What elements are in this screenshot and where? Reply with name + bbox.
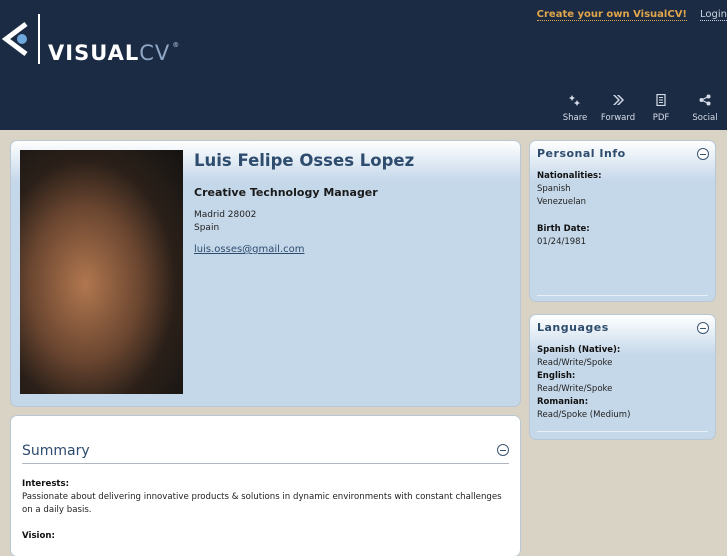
login-link[interactable]: Login xyxy=(700,9,727,21)
collapse-languages-icon[interactable] xyxy=(697,322,709,334)
profile-address: Madrid 28002 Spain xyxy=(194,209,256,235)
birth-date-value: 01/24/1981 xyxy=(537,237,586,247)
language-name: Romanian: xyxy=(537,397,589,407)
cv-toolbar: Share Forward PDF Social xyxy=(0,93,727,124)
forward-label: Forward xyxy=(600,113,636,123)
personal-info-divider xyxy=(537,295,708,296)
personal-info-body: Nationalities: Spanish Venezuelan Birth … xyxy=(537,170,601,249)
share-sparkle-icon xyxy=(553,94,597,108)
summary-divider xyxy=(22,463,509,464)
social-label: Social xyxy=(692,113,718,123)
language-level: Read/Spoke (Medium) xyxy=(537,410,631,420)
nationality-item: Spanish xyxy=(537,184,571,194)
language-name: English: xyxy=(537,371,576,381)
languages-panel: Languages Spanish (Native): Read/Write/S… xyxy=(530,315,715,439)
share-button[interactable]: Share xyxy=(553,94,597,123)
address-line-1: Madrid 28002 xyxy=(194,210,257,220)
personal-info-panel: Personal Info Nationalities: Spanish Ven… xyxy=(530,141,715,301)
language-level: Read/Write/Spoke xyxy=(537,358,613,368)
logo-suffix: CV xyxy=(139,41,171,65)
visualcv-logo[interactable]: VISUALCV ® xyxy=(0,14,180,65)
forward-button[interactable]: Forward xyxy=(596,94,640,123)
create-visualcv-link[interactable]: Create your own VisualCV! xyxy=(536,9,687,21)
language-name: Spanish (Native): xyxy=(537,345,621,355)
languages-body: Spanish (Native): Read/Write/Spoke Engli… xyxy=(537,344,630,422)
logo-wordmark: VISUALCV ® xyxy=(48,41,180,65)
personal-info-title: Personal Info xyxy=(537,147,626,160)
collapse-personal-info-icon[interactable] xyxy=(697,148,709,160)
summary-panel: Summary Interests: Passionate about deli… xyxy=(11,416,520,556)
chevron-left-logo-icon xyxy=(1,22,28,56)
profile-name: Luis Felipe Osses Lopez xyxy=(194,151,415,170)
logo-divider xyxy=(38,14,40,64)
profile-email-link[interactable]: luis.osses@gmail.com xyxy=(194,244,305,255)
summary-title: Summary xyxy=(22,443,90,459)
languages-divider xyxy=(537,431,708,432)
profile-photo xyxy=(20,150,183,394)
collapse-summary-icon[interactable] xyxy=(497,444,509,456)
logo-word: VISUAL xyxy=(48,41,140,65)
pdf-button[interactable]: PDF xyxy=(639,93,683,123)
document-icon xyxy=(639,93,683,108)
languages-title: Languages xyxy=(537,321,609,334)
logo-registered: ® xyxy=(172,41,181,49)
summary-body: Interests: Passionate about delivering i… xyxy=(22,478,512,543)
social-button[interactable]: Social xyxy=(683,94,727,123)
forward-icon xyxy=(596,94,640,108)
address-line-2: Spain xyxy=(194,223,220,233)
profile-role: Creative Technology Manager xyxy=(194,186,378,199)
site-header: VISUALCV ® Create your own VisualCV! Logi… xyxy=(0,0,727,130)
birth-date-label: Birth Date: xyxy=(537,224,590,234)
social-share-icon xyxy=(683,94,727,108)
nationalities-label: Nationalities: xyxy=(537,171,602,181)
language-level: Read/Write/Spoke xyxy=(537,384,613,394)
interests-text: Passionate about delivering innovative p… xyxy=(22,492,502,515)
share-label: Share xyxy=(562,113,588,123)
pdf-label: PDF xyxy=(652,113,670,123)
vision-label: Vision: xyxy=(22,531,55,541)
profile-card: Luis Felipe Osses Lopez Creative Technol… xyxy=(11,141,520,406)
interests-label: Interests: xyxy=(22,479,70,489)
nationality-item: Venezuelan xyxy=(537,197,587,207)
